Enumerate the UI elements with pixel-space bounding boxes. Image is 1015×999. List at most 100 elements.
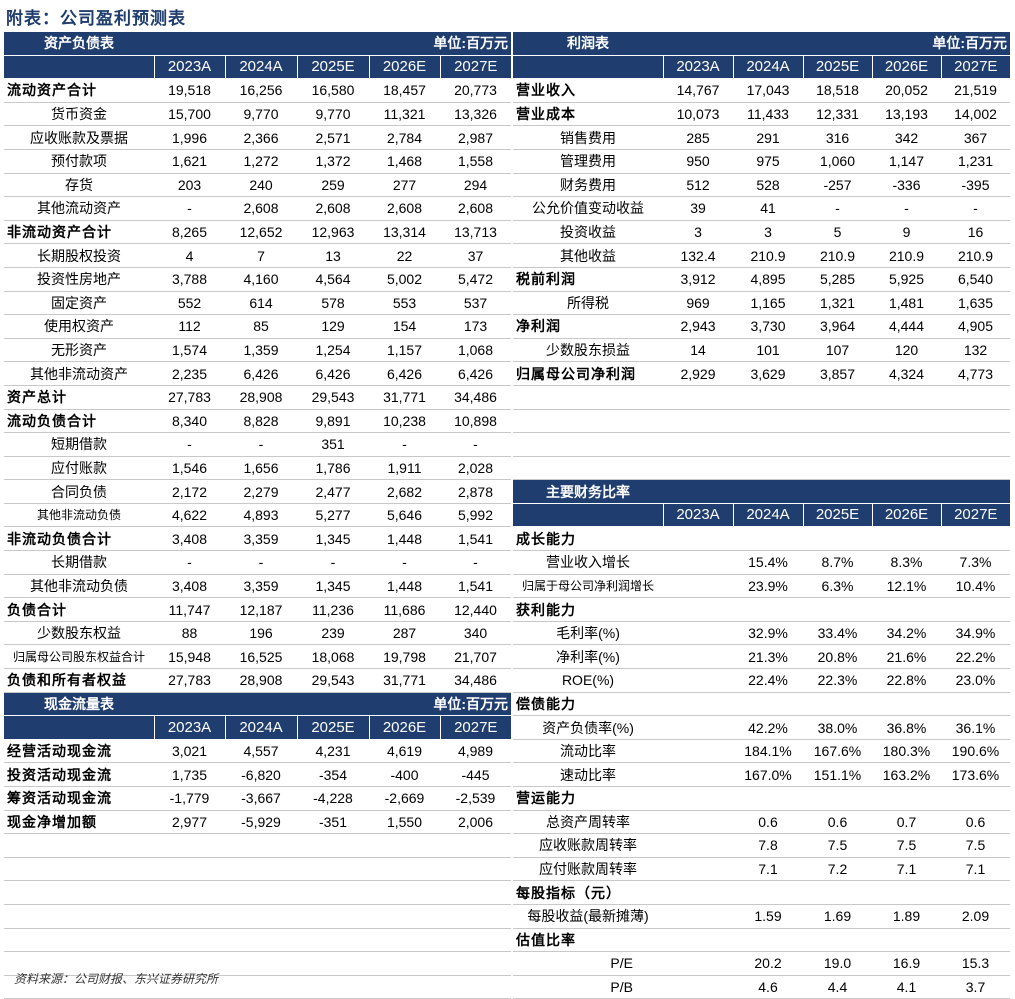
table-row: 少数股东权益 88 196 239 287 340 [4, 621, 511, 646]
table-row: 其他非流动负债 3,408 3,359 1,345 1,448 1,541 [4, 574, 511, 599]
cell-value: 3,788 [154, 267, 225, 292]
row-label: 资产总计 [4, 385, 154, 410]
cell-value: 39 [663, 196, 733, 221]
cell-value: 2,172 [154, 479, 225, 504]
cell-value: -395 [941, 173, 1010, 198]
cell-value: 4,557 [225, 739, 297, 764]
cell-value: 4,893 [225, 503, 297, 528]
row-label: 应收账款周转率 [513, 833, 663, 858]
table-row: 营业收入增长 15.4% 8.7% 8.3% 7.3% [513, 550, 1010, 575]
section-title: 主要财务比率 [513, 479, 663, 504]
cell-value: 1,656 [225, 456, 297, 481]
cell-value: 2.09 [941, 904, 1010, 929]
table-row: 归属于母公司净利润增长 23.9% 6.3% 12.1% 10.4% [513, 574, 1010, 599]
cell-value: 4 [154, 243, 225, 268]
balance-sheet-table: 资产负债表 单位:百万元 2023A 2024A 2025E 2026E 2027E 流动资产… [4, 32, 511, 999]
cell-value: 12.1% [872, 574, 941, 599]
page-title: 附表：公司盈利预测表 [6, 9, 186, 28]
row-label: 其他非流动负债 [4, 503, 154, 528]
cell-value: 2,784 [369, 125, 440, 150]
table-row: ROE(%) 22.4% 22.3% 22.8% 23.0% [513, 668, 1010, 693]
cell-value: 1,165 [733, 291, 803, 316]
cell-value: 3,912 [663, 267, 733, 292]
cell-value [803, 880, 872, 905]
table-row: 长期股权投资 4 7 13 22 37 [4, 243, 511, 268]
cell-value: 37 [440, 243, 511, 268]
cell-value [941, 880, 1010, 905]
cell-value [663, 833, 733, 858]
row-label: 管理费用 [513, 149, 663, 174]
cell-value: 17,043 [733, 78, 803, 103]
cell-value: 120 [872, 338, 941, 363]
cell-value: 0.7 [872, 810, 941, 835]
cell-value: 4,622 [154, 503, 225, 528]
table-row: 销售费用 285 291 316 342 367 [513, 125, 1010, 150]
cell-value [733, 786, 803, 811]
table-row: 净利率(%) 21.3% 20.8% 21.6% 22.2% [513, 644, 1010, 670]
table-row: 投资收益 3 3 5 9 16 [513, 220, 1010, 245]
row-label: 少数股东权益 [4, 621, 154, 646]
cell-value: 154 [369, 314, 440, 339]
table-row: P/B 4.6 4.4 4.1 3.7 [513, 975, 1010, 999]
cell-value [663, 621, 733, 646]
cell-value: 31,771 [369, 385, 440, 410]
row-label: P/E [513, 951, 663, 976]
row-label: 营业成本 [513, 102, 663, 127]
cell-value: 10,238 [369, 409, 440, 434]
cell-value: 1,911 [369, 456, 440, 481]
cell-value [663, 739, 733, 764]
row-label: 投资性房地产 [4, 267, 154, 292]
row-label: 所得税 [513, 291, 663, 316]
cell-value: 1,621 [154, 149, 225, 174]
row-label: 应收账款及票据 [4, 125, 154, 150]
row-label: 负债和所有者权益 [4, 668, 154, 693]
cell-value: 3.7 [941, 975, 1010, 999]
cell-value: 9,770 [225, 102, 297, 127]
blank-row [4, 880, 511, 905]
cell-value [733, 597, 803, 622]
cell-value: 11,236 [297, 597, 369, 622]
row-label: 每股收益(最新摊薄) [513, 904, 663, 929]
cell-value: 1,231 [941, 149, 1010, 174]
cell-value: - [440, 550, 511, 575]
year-header: 2026E [871, 503, 941, 528]
cell-value: 1,546 [154, 456, 225, 481]
cell-value [733, 692, 803, 717]
cell-value: 13,326 [440, 102, 511, 127]
row-label: 应付账款周转率 [513, 857, 663, 882]
year-header: 2023A [153, 55, 225, 80]
cell-value: 5,277 [297, 503, 369, 528]
year-header: 2026E [871, 55, 941, 80]
row-label: 其他流动资产 [4, 196, 154, 221]
cell-value: 9 [872, 220, 941, 245]
cell-value: -4,228 [297, 786, 369, 811]
cell-value: -6,820 [225, 762, 297, 787]
cell-value: 16,580 [297, 78, 369, 103]
cell-value: 4,619 [369, 739, 440, 764]
cell-value: 18,457 [369, 78, 440, 103]
year-header: 2025E [296, 715, 369, 740]
cell-value [733, 928, 803, 953]
cell-value: 3,408 [154, 574, 225, 599]
cell-value: 112 [154, 314, 225, 339]
cell-value: 285 [663, 125, 733, 150]
cell-value: 4,324 [872, 361, 941, 386]
row-label: 总资产周转率 [513, 810, 663, 835]
table-row: 非流动负债合计 3,408 3,359 1,345 1,448 1,541 [4, 526, 511, 552]
cell-value: 1,345 [297, 574, 369, 599]
cell-value: - [369, 550, 440, 575]
cell-value: 7.3% [941, 550, 1010, 575]
cell-value: 9,770 [297, 102, 369, 127]
cell-value: 2,987 [440, 125, 511, 150]
cell-value: 19,798 [369, 644, 440, 670]
income-statement-table: 利润表 单位:百万元 2023A 2024A 2025E 2026E 2027E 营业收入 14… [513, 32, 1010, 999]
cell-value: 16 [941, 220, 1010, 245]
cell-value [803, 526, 872, 552]
table-row: 其他非流动负债 4,622 4,893 5,277 5,646 5,992 [4, 503, 511, 528]
cell-value: 11,433 [733, 102, 803, 127]
cell-value: 1,372 [297, 149, 369, 174]
cell-value: 12,963 [297, 220, 369, 245]
blank-row [4, 833, 511, 858]
cell-value [872, 928, 941, 953]
cell-value: 12,187 [225, 597, 297, 622]
